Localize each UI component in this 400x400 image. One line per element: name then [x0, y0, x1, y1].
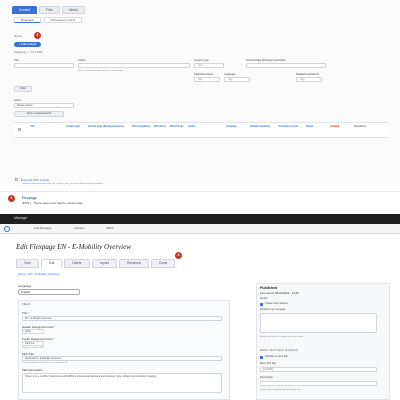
content-list-page: Content Files Media Overview Scheduled c…: [0, 0, 400, 186]
breadcrumb[interactable]: Home: [14, 34, 22, 38]
menu-settings-header[interactable]: MENU SETTINGS (Enabled): [260, 349, 298, 352]
seo-title-help: Content limited to 60 characters, remain…: [22, 362, 68, 364]
annotation-marker-flexpage: 1: [8, 195, 15, 202]
edit-tabs: View Edit Delete Layout Revisions Clone: [16, 259, 176, 268]
seo-description-textarea[interactable]: Power your e-mobility infrastructure wit…: [22, 373, 222, 393]
col-author[interactable]: Author: [188, 126, 208, 129]
page-title: Edit Flexpage EN - E-Mobility Overview: [16, 243, 131, 251]
admin-manage-link[interactable]: Manage: [14, 216, 27, 220]
primary-tabs: Content Files Media: [12, 6, 85, 14]
footer-bg-select[interactable]: Dark red: [22, 341, 44, 346]
last-saved: Last saved: 05/22/2023 - 14:58: [260, 291, 299, 295]
publish-status: Published: [260, 286, 278, 290]
col-status[interactable]: Status: [306, 126, 324, 129]
col-seo-score[interactable]: SEO Score: [154, 126, 168, 129]
menu-link-label: Provide a menu link: [265, 355, 288, 358]
description-label: Description: [260, 376, 273, 379]
annotation-marker-2: 2: [175, 252, 182, 259]
flexpage-link[interactable]: Flexpage: [22, 196, 37, 200]
subtab-scheduled[interactable]: Scheduled content: [43, 17, 83, 23]
seo-description-label: SEO Description: [22, 368, 43, 372]
tab-files[interactable]: Files: [39, 6, 60, 14]
filter-internal-label: Internal Page (Flowing Keyworlds): [246, 59, 286, 62]
add-content-button[interactable]: + Add content: [14, 42, 42, 47]
language-select[interactable]: English: [18, 289, 80, 295]
form-section-label: FIELD: [22, 302, 30, 306]
toolbar-content[interactable]: Content: [74, 226, 84, 230]
tab-media[interactable]: Media: [61, 6, 85, 14]
secondary-tabs: Overview Scheduled content: [14, 17, 83, 23]
col-title[interactable]: Title: [30, 126, 60, 129]
description-input[interactable]: [260, 381, 377, 386]
admin-bar: Manage: [0, 214, 400, 224]
menu-title-label: Menu link title: [260, 362, 276, 365]
filter-content-type-label: Content type: [194, 59, 209, 62]
title-input[interactable]: EN - E-Mobility Overview: [22, 316, 222, 321]
col-seo-priority[interactable]: SEO Priority: [170, 126, 186, 129]
header-bg-select[interactable]: White: [22, 329, 44, 334]
action-label: Action: [14, 99, 22, 102]
result-count: Displaying 1 - 50 of 8994: [14, 51, 43, 54]
tab-layout[interactable]: Layout: [91, 259, 118, 268]
flexpage-description: [EXNL] - Theme based new flexline conten…: [22, 201, 83, 205]
action-select[interactable]: Delete content: [14, 103, 74, 108]
seo-title-input[interactable]: Applications / E-Mobility Overview: [22, 356, 222, 361]
filter-title-input[interactable]: [14, 63, 74, 68]
new-revision-label: Create new revision: [265, 302, 288, 305]
filter-title-label: Title: [14, 59, 19, 62]
col-content-type[interactable]: Content type: [66, 126, 84, 129]
filter-author-help: Start a Username separated list of user …: [78, 70, 124, 72]
language-label: Language: [18, 284, 32, 288]
content-table-header: Title Content type Internal page (flowin…: [14, 122, 388, 138]
toolbar-add-flexpage[interactable]: Add Flexpage: [34, 226, 51, 230]
apply-button[interactable]: Apply to selected items: [14, 111, 64, 117]
col-translation-source[interactable]: Translation source: [278, 126, 302, 129]
col-seo-compliance[interactable]: SEO Compliance: [132, 126, 152, 129]
filter-language-label: Language: [224, 73, 236, 76]
filter-language-select[interactable]: - Any -: [224, 77, 250, 82]
tab-content[interactable]: Content: [12, 6, 38, 14]
col-internal-page[interactable]: Internal page (flowing keywords): [88, 126, 128, 129]
toolbar-obva[interactable]: OBVA: [106, 226, 114, 230]
external-pdf-help: Include content data open from all_conte…: [22, 183, 103, 185]
menu-title-input[interactable]: E-Mobility: [260, 367, 377, 372]
col-default-translation[interactable]: Default translation: [250, 126, 274, 129]
revision-log-label: Revision log message: [260, 308, 286, 311]
filter-content-type-select[interactable]: - Any -: [194, 63, 224, 68]
revision-log-textarea[interactable]: [260, 313, 377, 333]
col-operations: Operations: [354, 126, 367, 128]
tab-edit[interactable]: Edit: [40, 259, 63, 268]
filter-author-input[interactable]: [78, 63, 190, 68]
edit-breadcrumb[interactable]: Home » EN - E-Mobility Overview: [18, 272, 60, 276]
col-language[interactable]: Language: [226, 126, 246, 129]
subtab-overview[interactable]: Overview: [14, 17, 41, 23]
filter-published-select[interactable]: - Any -: [194, 77, 220, 82]
tab-revisions[interactable]: Revisions: [119, 259, 149, 268]
select-all-checkbox[interactable]: [18, 128, 21, 131]
external-pdf-checkbox[interactable]: [15, 178, 18, 181]
revision-log-help: Briefly describe the changes you have ma…: [260, 336, 304, 338]
table-body: [14, 140, 388, 170]
menu-link-checkbox[interactable]: [260, 356, 263, 359]
filter-author-label: Author: [78, 59, 86, 62]
filter-related-label: Related translations: [296, 73, 319, 76]
tab-delete[interactable]: Delete: [64, 259, 90, 268]
annotation-marker-1: 1: [34, 32, 41, 39]
filter-published-label: Published status: [194, 73, 214, 76]
filter-related-select[interactable]: - Any -: [296, 77, 322, 82]
external-pdf-label[interactable]: External PDF Include: [21, 178, 49, 182]
drupal-logo-icon[interactable]: [4, 226, 10, 232]
filter-button[interactable]: Filter: [14, 86, 32, 92]
tab-clone[interactable]: Clone: [150, 259, 176, 268]
title-label: Title *: [22, 311, 30, 315]
admin-toolbar: Add Flexpage Content OBVA: [0, 224, 400, 234]
tab-view[interactable]: View: [16, 259, 39, 268]
new-revision-checkbox[interactable]: [260, 303, 263, 306]
author-label: Author: [260, 297, 268, 300]
description-help: Shown when hovering over the menu link: [260, 389, 301, 391]
footer-bg-help: Page has section: Pilot: [22, 347, 45, 349]
filter-internal-input[interactable]: [246, 63, 326, 68]
col-updated[interactable]: Updated: [330, 126, 350, 129]
